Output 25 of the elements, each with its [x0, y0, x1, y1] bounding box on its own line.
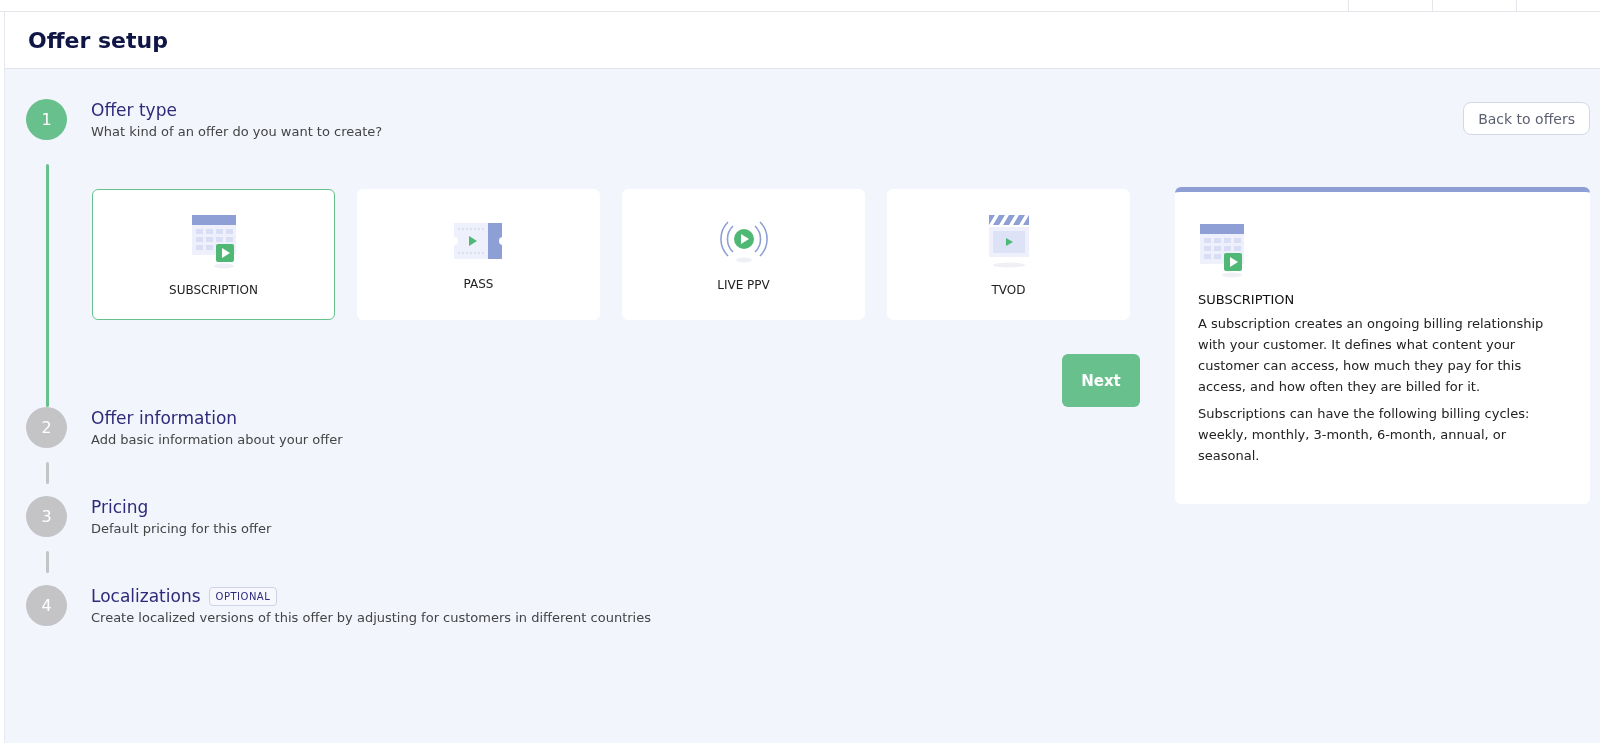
calendar-play-icon [189, 212, 238, 269]
page-title: Offer setup [28, 27, 168, 53]
step-description: Default pricing for this offer [91, 521, 272, 536]
step-number: 2 [26, 407, 67, 448]
offer-type-card[interactable]: SUBSCRIPTION [92, 189, 335, 320]
clapperboard-icon [986, 212, 1031, 269]
step-title: Offer type [91, 100, 177, 120]
offer-type-card[interactable]: LIVE PPV [622, 189, 865, 320]
step-description: Add basic information about your offer [91, 432, 343, 447]
step-title: Localizations [91, 586, 201, 606]
step-description: What kind of an offer do you want to create? [91, 124, 383, 139]
offer-type-card[interactable]: PASS [357, 189, 600, 320]
step-title: Offer information [91, 408, 238, 428]
step-title: Pricing [91, 497, 149, 517]
step-number: 1 [26, 99, 67, 140]
offer-type-card[interactable]: TVOD [887, 189, 1130, 320]
step-number: 3 [26, 496, 67, 537]
calendar-play-icon [1198, 222, 1246, 278]
step-description: Create localized versions of this offer by adjusting for customers in different countries [91, 610, 651, 625]
optional-tag: OPTIONAL [208, 586, 278, 606]
info-paragraph: A subscription creates an ongoing billing relationship with your customer. It defines what content your customer can access, how much they pay for this access, and how often they are billed for it. [1198, 315, 1545, 396]
step-number: 4 [26, 585, 67, 626]
info-paragraph: Subscriptions can have the following billing cycles: weekly, monthly, 3-month, 6-month, annual, or seasonal. [1198, 405, 1531, 465]
info-title: SUBSCRIPTION [1198, 292, 1296, 307]
back-to-offers-button[interactable]: Back to offers [1463, 102, 1590, 135]
